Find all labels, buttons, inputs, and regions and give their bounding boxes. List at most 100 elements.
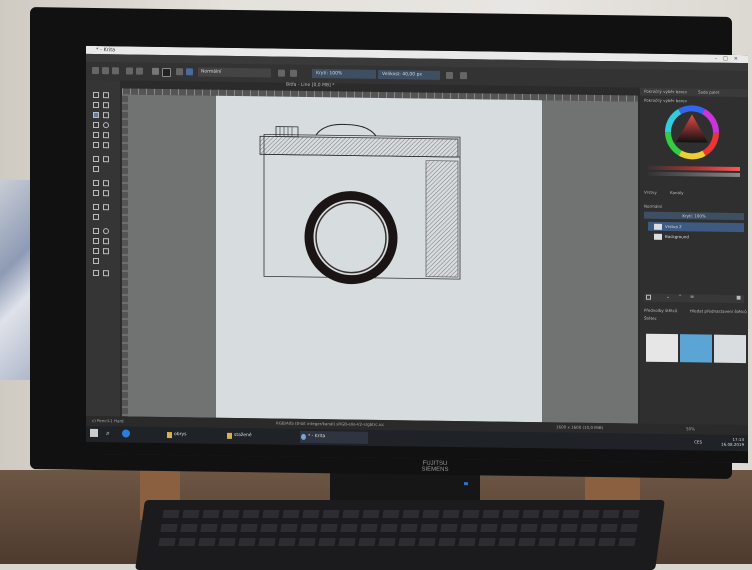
wrap-icon[interactable] — [460, 72, 467, 80]
status-size: 1600 x 1600 (10,0 MiB) — [556, 424, 604, 431]
tab-channels[interactable]: Kanály — [670, 190, 683, 195]
layer-row[interactable]: Vrstva 2 — [648, 221, 744, 233]
edit-shapes-tool[interactable] — [93, 101, 99, 109]
layer-thumbnail — [654, 233, 662, 240]
pan-tool[interactable] — [103, 270, 109, 277]
color-slider-1[interactable] — [648, 165, 740, 172]
taskbar-folder-obrys[interactable]: obrys — [166, 429, 234, 442]
status-zoom[interactable]: 50% — [686, 426, 695, 431]
freehand-brush-tool[interactable] — [93, 111, 99, 119]
color-swap-icon[interactable] — [162, 67, 171, 78]
layer-opacity[interactable]: Krytí: 100% — [644, 211, 744, 221]
gradient-tool[interactable] — [93, 179, 99, 187]
preserve-alpha-icon[interactable] — [290, 69, 297, 77]
monitor-brand: FUJITSU SIEMENS — [421, 460, 449, 473]
camera-sketch — [259, 123, 461, 285]
color-wheel[interactable] — [664, 104, 720, 161]
rectangle-tool[interactable] — [93, 121, 99, 129]
delete-layer-icon[interactable]: ■ — [736, 295, 741, 301]
freehand-path-tool[interactable] — [103, 142, 109, 149]
document-tab[interactable]: Bitfa - Line [0,0 MB] * — [286, 83, 335, 89]
status-brush: c) Pencil-1 Hard — [92, 417, 124, 424]
layer-blend-mode[interactable]: Normální — [644, 204, 662, 209]
power-led — [464, 482, 468, 486]
size-slider[interactable]: Velikost: 40,00 px — [378, 69, 440, 80]
start-icon[interactable] — [90, 428, 98, 438]
smart-patch-tool[interactable] — [103, 190, 109, 197]
new-icon[interactable] — [92, 66, 99, 75]
polyline-tool[interactable] — [103, 132, 109, 139]
bezier-select-tool[interactable] — [93, 257, 99, 265]
measure-tool[interactable] — [103, 204, 109, 211]
rect-select-tool[interactable] — [93, 227, 99, 235]
tab-layers[interactable]: Vrstvy — [644, 190, 657, 195]
brush-preset-pen[interactable] — [680, 334, 712, 363]
bezier-tool[interactable] — [93, 141, 99, 149]
similar-select-tool[interactable] — [103, 248, 109, 255]
blend-mode-select[interactable]: Normální — [198, 67, 271, 78]
opacity-slider[interactable]: Krytí: 100% — [312, 69, 376, 79]
layer-name: Vrstva 2 — [665, 223, 682, 230]
text-tool[interactable] — [103, 92, 109, 99]
layer-properties-icon[interactable]: ≡ — [690, 294, 694, 300]
search-icon[interactable]: ⌕ — [106, 429, 110, 438]
drawing-canvas[interactable] — [216, 95, 542, 423]
brush-preset-pencil[interactable] — [646, 333, 678, 363]
mirror-icon[interactable] — [446, 71, 453, 80]
color-picker-tool[interactable] — [103, 180, 109, 187]
screen: * - Krita –□× Soubor Upravit Pohled Obrá… — [86, 45, 748, 464]
brush-search[interactable]: Hledat přednastavení štětců — [690, 308, 747, 314]
color-slider-2[interactable] — [648, 171, 740, 178]
save-icon[interactable] — [112, 67, 119, 75]
polygon-tool[interactable] — [93, 131, 99, 139]
fill-tool[interactable] — [93, 189, 99, 197]
tab-palette[interactable]: Sada palet — [698, 89, 719, 94]
tray-clock[interactable]: 17:13 16.08.2019 — [721, 437, 744, 447]
transform-tool[interactable] — [93, 155, 99, 163]
calligraphy-tool[interactable] — [103, 102, 109, 109]
open-icon[interactable] — [102, 67, 109, 75]
layer-row[interactable]: Background — [648, 232, 744, 242]
freehand-select-tool[interactable] — [103, 238, 109, 245]
taskbar-folder-stazene[interactable]: stažené — [226, 430, 294, 443]
input-language[interactable]: CES — [694, 439, 702, 444]
line-tool[interactable] — [103, 112, 109, 119]
window-buttons[interactable]: –□× — [715, 56, 744, 62]
layer-actions: ⌄ ⌃ ≡ ■ — [644, 293, 744, 304]
pattern-icon[interactable] — [186, 68, 193, 76]
zoom-tool[interactable] — [93, 269, 99, 277]
window-title: * - Krita — [96, 47, 116, 54]
right-docker: Pokročilý výběr barev Sada palet Pokroči… — [640, 87, 748, 440]
assistant-tool[interactable] — [93, 203, 99, 211]
brush-preset-icon[interactable] — [176, 68, 183, 76]
color-panel-label: Pokročilý výběr barev — [644, 97, 688, 104]
eraser-mode-icon[interactable] — [278, 69, 285, 77]
contiguous-select-tool[interactable] — [93, 247, 99, 255]
polygon-select-tool[interactable] — [93, 237, 99, 245]
brush-tag-label[interactable]: Štětec — [644, 316, 657, 321]
reference-tool[interactable] — [93, 213, 99, 221]
monitor-bezel: FUJITSUSIEMENS * - Krita –□× Soubor Upra… — [30, 7, 748, 486]
ellipse-select-tool[interactable] — [103, 228, 109, 235]
gradient-icon[interactable] — [152, 67, 159, 75]
taskbar-krita[interactable]: * - Krita — [300, 430, 368, 444]
tab-advanced-color[interactable]: Pokročilý výběr barev — [644, 89, 687, 95]
layer-thumbnail — [654, 223, 662, 230]
chevron-up-icon[interactable]: ⌃ — [678, 294, 682, 300]
docker-tabs: Pokročilý výběr barev Sada palet — [640, 87, 748, 98]
ellipse-tool[interactable] — [103, 122, 109, 129]
chevron-down-icon[interactable]: ⌄ — [666, 294, 670, 300]
toolbox — [86, 79, 120, 431]
redo-icon[interactable] — [136, 67, 143, 75]
move-tool[interactable] — [103, 156, 109, 163]
brush-presets-title: Předvolby štětců — [644, 307, 678, 314]
undo-icon[interactable] — [126, 67, 133, 75]
select-shapes-tool[interactable] — [93, 91, 99, 99]
edge-icon[interactable] — [122, 429, 130, 438]
keyboard — [135, 500, 665, 570]
crop-tool[interactable] — [93, 165, 99, 173]
layer-name: Background — [665, 233, 689, 240]
add-layer-icon[interactable] — [646, 294, 651, 300]
brush-preset-marker[interactable] — [714, 334, 746, 364]
status-colorspace: RGB/Alfa (8-bit integer/kanál) sRGB-elle… — [276, 420, 385, 428]
